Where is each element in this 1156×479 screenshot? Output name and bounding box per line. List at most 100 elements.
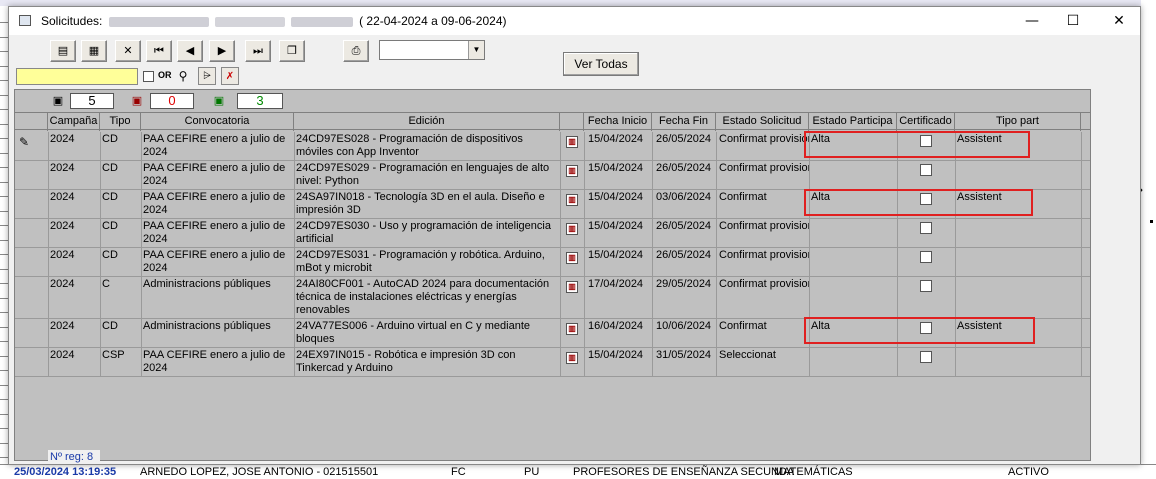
cell-fecha-fin[interactable]: 26/05/2024 bbox=[654, 133, 716, 160]
binoculars-icon[interactable]: ⚲ bbox=[174, 67, 192, 85]
chevron-down-icon[interactable]: ▼ bbox=[468, 41, 484, 59]
cell-fecha-fin[interactable]: 31/05/2024 bbox=[654, 349, 716, 376]
cell-fecha-inicio[interactable]: 15/04/2024 bbox=[586, 162, 652, 189]
cell-estado-solicitud[interactable]: Confirmat provisional bbox=[717, 133, 809, 160]
cell-estado-participa[interactable] bbox=[809, 349, 897, 376]
cell-tipo[interactable]: CD bbox=[100, 191, 141, 218]
cell-estado-solicitud[interactable]: Confirmat provisional bbox=[717, 220, 809, 247]
print-icon[interactable]: ⎙ bbox=[343, 40, 369, 62]
cell-fecha-inicio[interactable]: 17/04/2024 bbox=[586, 278, 652, 318]
cell-estado-participa[interactable] bbox=[809, 220, 897, 247]
cell-fecha-fin[interactable]: 26/05/2024 bbox=[654, 220, 716, 247]
ver-todas-button[interactable]: Ver Todas bbox=[563, 52, 639, 76]
cell-tipo[interactable]: CD bbox=[100, 162, 141, 189]
minimize-button[interactable]: — bbox=[1012, 11, 1052, 31]
table-row[interactable]: 2024 CD PAA CEFIRE enero a julio de 2024 24… bbox=[15, 248, 1090, 277]
cell-tipo[interactable]: C bbox=[100, 278, 141, 318]
cell-estado-solicitud[interactable]: Confirmat provisional bbox=[717, 162, 809, 189]
cell-estado-solicitud[interactable]: Confirmat provisional bbox=[717, 278, 809, 318]
certificado-checkbox[interactable] bbox=[920, 222, 932, 234]
table-row[interactable]: 2024 C Administracions públiques 24AI80CF00… bbox=[15, 277, 1090, 319]
edition-detail-icon[interactable]: ▥ bbox=[566, 281, 578, 293]
cell-tipo[interactable]: CD bbox=[100, 320, 141, 347]
header-edicion[interactable]: Edición bbox=[294, 113, 560, 131]
close-button[interactable]: ✕ bbox=[1099, 11, 1139, 31]
cell-edicion[interactable]: 24CD97ES031 - Programación y robótica. A… bbox=[294, 249, 560, 276]
cell-campana[interactable]: 2024 bbox=[48, 249, 100, 276]
cell-campana[interactable]: 2024 bbox=[48, 349, 100, 376]
next-record-icon[interactable]: ▶ bbox=[209, 40, 235, 62]
header-estado-participa[interactable]: Estado Participa bbox=[809, 113, 897, 131]
table-row[interactable]: ✎ 2024 CD PAA CEFIRE enero a julio de 2024 2… bbox=[15, 131, 1090, 161]
cell-estado-participa[interactable] bbox=[809, 162, 897, 189]
cell-estado-solicitud[interactable]: Confirmat bbox=[717, 320, 809, 347]
cell-tipo[interactable]: CD bbox=[100, 133, 141, 160]
cell-tipo-part[interactable] bbox=[955, 349, 1081, 376]
header-tipo-part[interactable]: Tipo part bbox=[955, 113, 1081, 131]
header-convocatoria[interactable]: Convocatoria bbox=[141, 113, 294, 131]
cell-convocatoria[interactable]: PAA CEFIRE enero a julio de 2024 bbox=[141, 249, 294, 276]
table-view-icon[interactable]: ▦ bbox=[81, 40, 107, 62]
cell-campana[interactable]: 2024 bbox=[48, 191, 100, 218]
clear-filter-icon[interactable]: ✗ bbox=[221, 67, 239, 85]
table-row[interactable]: 2024 CD PAA CEFIRE enero a julio de 2024 24… bbox=[15, 219, 1090, 248]
cell-campana[interactable]: 2024 bbox=[48, 278, 100, 318]
cell-edicion[interactable]: 24CD97ES029 - Programación en lenguajes … bbox=[294, 162, 560, 189]
last-record-icon[interactable]: ⏭ bbox=[245, 40, 271, 62]
filter-icon[interactable]: ⩥ bbox=[198, 67, 216, 85]
cell-fecha-inicio[interactable]: 15/04/2024 bbox=[586, 133, 652, 160]
certificado-checkbox[interactable] bbox=[920, 280, 932, 292]
cell-fecha-fin[interactable]: 29/05/2024 bbox=[654, 278, 716, 318]
cell-campana[interactable]: 2024 bbox=[48, 133, 100, 160]
cell-fecha-fin[interactable]: 10/06/2024 bbox=[654, 320, 716, 347]
edition-detail-icon[interactable]: ▥ bbox=[566, 352, 578, 364]
cell-fecha-fin[interactable]: 03/06/2024 bbox=[654, 191, 716, 218]
cell-edicion[interactable]: 24CD97ES028 - Programación de dispositiv… bbox=[294, 133, 560, 160]
previous-record-icon[interactable]: ◀ bbox=[177, 40, 203, 62]
table-row[interactable]: 2024 CD PAA CEFIRE enero a julio de 2024 24… bbox=[15, 189, 1090, 219]
table-row[interactable]: 2024 CSP PAA CEFIRE enero a julio de 2024 2… bbox=[15, 348, 1090, 377]
cell-estado-solicitud[interactable]: Confirmat provisional bbox=[717, 249, 809, 276]
cell-tipo-part[interactable] bbox=[955, 220, 1081, 247]
edition-detail-icon[interactable]: ▥ bbox=[566, 252, 578, 264]
cell-edicion[interactable]: 24EX97IN015 - Robótica e impresión 3D co… bbox=[294, 349, 560, 376]
cell-fecha-inicio[interactable]: 15/04/2024 bbox=[586, 349, 652, 376]
header-fecha-inicio[interactable]: Fecha Inicio bbox=[584, 113, 652, 131]
header-certificado[interactable]: Certificado bbox=[897, 113, 955, 131]
cell-tipo[interactable]: CD bbox=[100, 249, 141, 276]
header-tipo[interactable]: Tipo bbox=[100, 113, 141, 131]
first-record-icon[interactable]: ⏮ bbox=[146, 40, 172, 62]
search-input[interactable] bbox=[16, 68, 138, 85]
maximize-button[interactable]: ☐ bbox=[1053, 11, 1093, 31]
title-bar[interactable]: Solicitudes: ( 22-04-2024 a 09-06-2024) … bbox=[9, 7, 1140, 35]
cell-convocatoria[interactable]: PAA CEFIRE enero a julio de 2024 bbox=[141, 191, 294, 218]
cell-edicion[interactable]: 24SA97IN018 - Tecnología 3D en el aula. … bbox=[294, 191, 560, 218]
header-campana[interactable]: Campaña bbox=[48, 113, 100, 131]
background-record-row[interactable]: 25/03/2024 13:19:35 ARNEDO LOPEZ, JOSE A… bbox=[0, 464, 1156, 479]
form-icon[interactable]: ▤ bbox=[50, 40, 76, 62]
cell-tipo[interactable]: CSP bbox=[100, 349, 141, 376]
delete-icon[interactable]: ✕ bbox=[115, 40, 141, 62]
cell-tipo-part[interactable] bbox=[955, 162, 1081, 189]
filter-combo[interactable]: ▼ bbox=[379, 40, 485, 60]
certificado-checkbox[interactable] bbox=[920, 164, 932, 176]
certificado-checkbox[interactable] bbox=[920, 351, 932, 363]
header-estado-solicitud[interactable]: Estado Solicitud bbox=[716, 113, 809, 131]
cell-fecha-inicio[interactable]: 16/04/2024 bbox=[586, 320, 652, 347]
edition-detail-icon[interactable]: ▥ bbox=[566, 223, 578, 235]
cell-tipo-part[interactable] bbox=[955, 278, 1081, 318]
edition-detail-icon[interactable]: ▥ bbox=[566, 165, 578, 177]
cell-edicion[interactable]: 24AI80CF001 - AutoCAD 2024 para document… bbox=[294, 278, 560, 318]
cell-estado-solicitud[interactable]: Seleccionat bbox=[717, 349, 809, 376]
cell-campana[interactable]: 2024 bbox=[48, 220, 100, 247]
cell-fecha-inicio[interactable]: 15/04/2024 bbox=[586, 220, 652, 247]
table-row[interactable]: 2024 CD PAA CEFIRE enero a julio de 2024 24… bbox=[15, 161, 1090, 190]
edition-detail-icon[interactable]: ▥ bbox=[566, 136, 578, 148]
cell-convocatoria[interactable]: PAA CEFIRE enero a julio de 2024 bbox=[141, 162, 294, 189]
cell-edicion[interactable]: 24CD97ES030 - Uso y programación de inte… bbox=[294, 220, 560, 247]
cell-tipo[interactable]: CD bbox=[100, 220, 141, 247]
cell-campana[interactable]: 2024 bbox=[48, 320, 100, 347]
cell-fecha-inicio[interactable]: 15/04/2024 bbox=[586, 249, 652, 276]
certificado-checkbox[interactable] bbox=[920, 251, 932, 263]
cell-convocatoria[interactable]: PAA CEFIRE enero a julio de 2024 bbox=[141, 133, 294, 160]
